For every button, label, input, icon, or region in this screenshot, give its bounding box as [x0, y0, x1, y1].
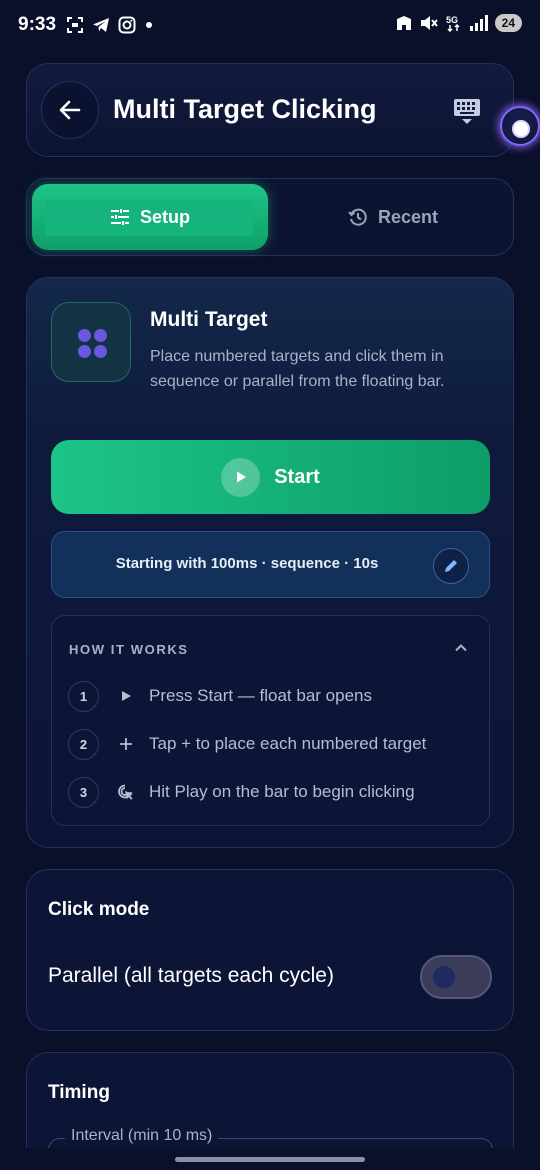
- keyboard-icon: [454, 99, 480, 124]
- config-summary: Starting with 100ms · sequence · 10s: [51, 531, 490, 598]
- telegram-icon: [93, 18, 109, 32]
- bubble-knob: [512, 120, 530, 138]
- how-it-works-heading: HOW IT WORKS: [69, 642, 189, 657]
- dot-icon: [146, 22, 152, 28]
- multi-target-icon: [51, 302, 131, 382]
- step-number: 2: [68, 728, 99, 760]
- back-button[interactable]: [41, 81, 99, 139]
- 5g-icon: 5G: [446, 15, 460, 32]
- header-card: Multi Target Clicking: [26, 63, 514, 157]
- how-step: 1 Press Start — float bar opens: [68, 680, 372, 712]
- multi-target-card: Multi Target Place numbered targets and …: [26, 277, 514, 848]
- mute-icon: [420, 16, 438, 30]
- start-label: Start: [274, 465, 320, 488]
- step-number: 3: [68, 776, 99, 808]
- keyboard-button[interactable]: [453, 98, 481, 126]
- card-description: Place numbered targets and click them in…: [150, 348, 445, 390]
- instagram-icon: [118, 16, 136, 34]
- signal-icon: [469, 15, 488, 31]
- sliders-icon: [110, 209, 129, 225]
- chevron-up-icon[interactable]: [453, 640, 469, 661]
- step-number: 1: [68, 680, 99, 712]
- interval-label: Interval (min 10 ms): [65, 1127, 219, 1145]
- step-text: Tap + to place each numbered target: [149, 734, 427, 753]
- click-mode-card: Click mode Parallel (all targets each cy…: [26, 869, 514, 1031]
- tab-recent[interactable]: Recent: [277, 184, 509, 250]
- parallel-toggle[interactable]: [420, 955, 492, 999]
- play-icon: [221, 457, 261, 497]
- battery-indicator: 24: [494, 14, 522, 32]
- status-time: 9:33: [18, 14, 57, 35]
- edit-config-button[interactable]: [433, 548, 469, 584]
- tab-setup[interactable]: Setup: [32, 184, 268, 250]
- toggle-knob: [433, 966, 455, 988]
- start-button[interactable]: Start: [51, 440, 490, 514]
- hotspot-icon: [396, 16, 411, 30]
- config-summary-text: Starting with 100ms · sequence · 10s: [115, 555, 379, 572]
- status-right-icons: 5G 24: [395, 14, 522, 32]
- floating-assistant-bubble[interactable]: [500, 106, 540, 146]
- parallel-option-label: Parallel (all targets each cycle): [48, 964, 334, 987]
- step-text: Hit Play on the bar to begin clicking: [149, 782, 415, 801]
- cursor-click-icon: [116, 782, 136, 802]
- how-step: 2 Tap + to place each numbered target: [68, 728, 426, 760]
- timing-title: Timing: [48, 1082, 110, 1103]
- tab-recent-label: Recent: [377, 206, 439, 227]
- status-left-icons: [66, 16, 154, 34]
- history-icon: [348, 208, 367, 226]
- pencil-icon: [445, 560, 457, 572]
- tab-setup-label: Setup: [139, 206, 190, 227]
- how-step: 3 Hit Play on the bar to begin clicking: [68, 776, 415, 808]
- svg-text:5G: 5G: [446, 15, 458, 25]
- arrow-left-icon: [59, 100, 81, 120]
- screenshot-icon: [67, 17, 83, 33]
- click-mode-title: Click mode: [48, 899, 150, 920]
- gesture-nav-handle[interactable]: [175, 1157, 365, 1162]
- card-title: Multi Target: [150, 308, 268, 331]
- status-bar: 9:33 5G 24: [0, 0, 540, 52]
- page-title: Multi Target Clicking: [113, 94, 377, 124]
- step-text: Press Start — float bar opens: [149, 686, 372, 705]
- tab-bar: Setup Recent: [26, 178, 514, 256]
- plus-icon: [116, 734, 136, 754]
- how-it-works-panel: HOW IT WORKS 1 Press Start — float bar o…: [51, 615, 490, 826]
- play-icon: [116, 686, 136, 706]
